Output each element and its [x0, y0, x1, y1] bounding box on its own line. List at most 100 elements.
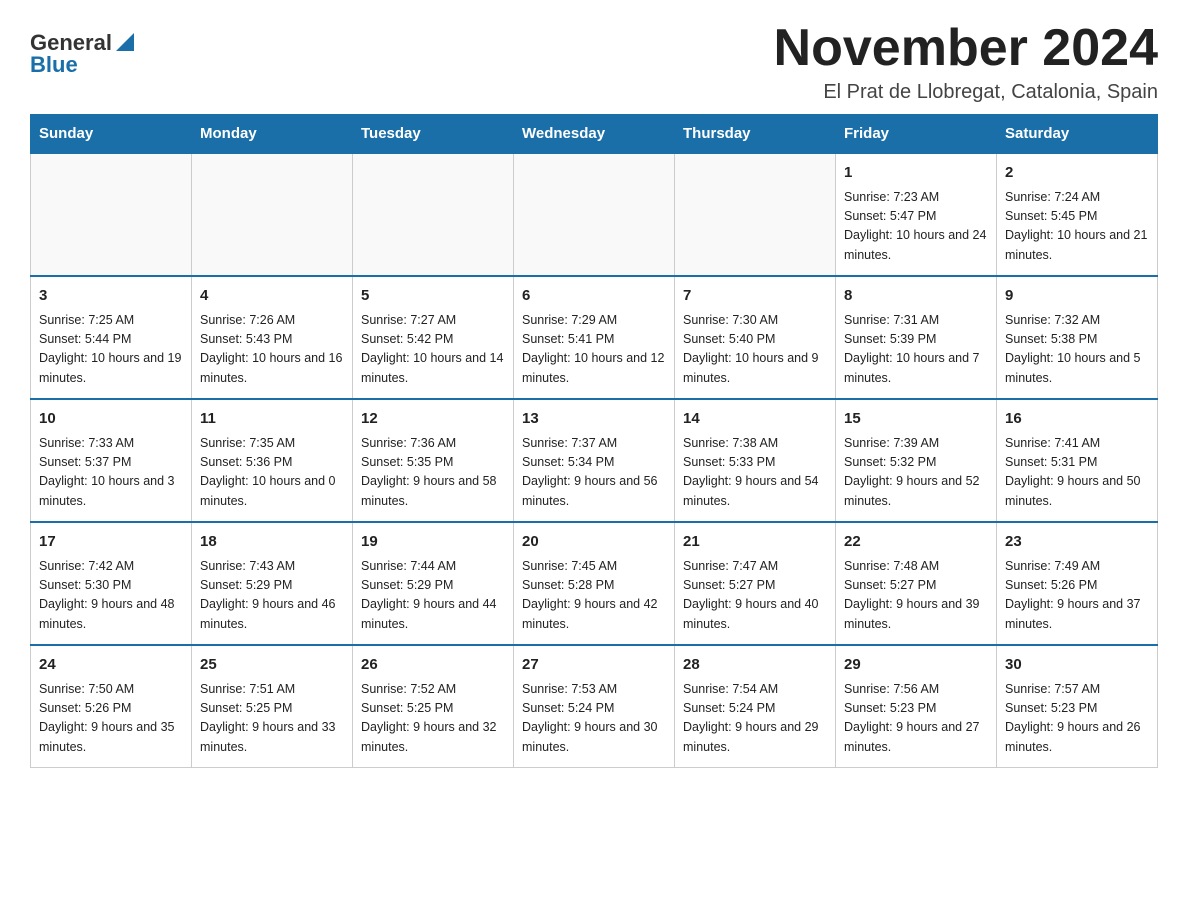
table-row: 24Sunrise: 7:50 AMSunset: 5:26 PMDayligh…: [31, 645, 192, 768]
table-row: 3 Sunrise: 7:25 AMSunset: 5:44 PMDaylight…: [31, 276, 192, 399]
day-number: 8: [844, 285, 988, 308]
day-number: 29: [844, 654, 988, 677]
day-info: Sunrise: 7:50 AMSunset: 5:26 PMDaylight:…: [39, 680, 183, 758]
day-number: 13: [522, 408, 666, 431]
day-number: 14: [683, 408, 827, 431]
day-info: Sunrise: 7:39 AMSunset: 5:32 PMDaylight:…: [844, 434, 988, 512]
day-info: Sunrise: 7:37 AMSunset: 5:34 PMDaylight:…: [522, 434, 666, 512]
day-info: Sunrise: 7:24 AMSunset: 5:45 PMDaylight:…: [1005, 188, 1149, 266]
day-number: 23: [1005, 531, 1149, 554]
day-number: 27: [522, 654, 666, 677]
day-info: Sunrise: 7:44 AMSunset: 5:29 PMDaylight:…: [361, 557, 505, 635]
table-row: 22 Sunrise: 7:48 AMSunset: 5:27 PMDayligh…: [836, 522, 997, 645]
calendar-week-row: 10Sunrise: 7:33 AMSunset: 5:37 PMDayligh…: [31, 399, 1158, 522]
day-info: Sunrise: 7:26 AMSunset: 5:43 PMDaylight:…: [200, 311, 344, 389]
table-row: 30 Sunrise: 7:57 AMSunset: 5:23 PMDayligh…: [997, 645, 1158, 768]
subtitle: El Prat de Llobregat, Catalonia, Spain: [774, 81, 1158, 104]
table-row: 16Sunrise: 7:41 AMSunset: 5:31 PMDayligh…: [997, 399, 1158, 522]
day-info: Sunrise: 7:29 AMSunset: 5:41 PMDaylight:…: [522, 311, 666, 389]
table-row: 7Sunrise: 7:30 AMSunset: 5:40 PMDaylight…: [675, 276, 836, 399]
day-number: 30: [1005, 654, 1149, 677]
table-row: 4 Sunrise: 7:26 AMSunset: 5:43 PMDaylight…: [192, 276, 353, 399]
table-row: 13 Sunrise: 7:37 AMSunset: 5:34 PMDayligh…: [514, 399, 675, 522]
col-wednesday: Wednesday: [514, 115, 675, 154]
day-info: Sunrise: 7:52 AMSunset: 5:25 PMDaylight:…: [361, 680, 505, 758]
col-thursday: Thursday: [675, 115, 836, 154]
calendar-week-row: 17 Sunrise: 7:42 AMSunset: 5:30 PMDayligh…: [31, 522, 1158, 645]
day-number: 5: [361, 285, 505, 308]
day-number: 20: [522, 531, 666, 554]
calendar-week-row: 24Sunrise: 7:50 AMSunset: 5:26 PMDayligh…: [31, 645, 1158, 768]
table-row: [192, 153, 353, 276]
table-row: 28Sunrise: 7:54 AMSunset: 5:24 PMDayligh…: [675, 645, 836, 768]
day-number: 22: [844, 531, 988, 554]
col-friday: Friday: [836, 115, 997, 154]
day-info: Sunrise: 7:54 AMSunset: 5:24 PMDaylight:…: [683, 680, 827, 758]
table-row: 8 Sunrise: 7:31 AMSunset: 5:39 PMDaylight…: [836, 276, 997, 399]
calendar-header-row: Sunday Monday Tuesday Wednesday Thursday…: [31, 115, 1158, 154]
day-info: Sunrise: 7:53 AMSunset: 5:24 PMDaylight:…: [522, 680, 666, 758]
day-info: Sunrise: 7:43 AMSunset: 5:29 PMDaylight:…: [200, 557, 344, 635]
col-sunday: Sunday: [31, 115, 192, 154]
table-row: 14 Sunrise: 7:38 AMSunset: 5:33 PMDayligh…: [675, 399, 836, 522]
table-row: [675, 153, 836, 276]
logo-blue-text: Blue: [30, 52, 78, 78]
day-info: Sunrise: 7:49 AMSunset: 5:26 PMDaylight:…: [1005, 557, 1149, 635]
day-info: Sunrise: 7:48 AMSunset: 5:27 PMDaylight:…: [844, 557, 988, 635]
day-number: 2: [1005, 162, 1149, 185]
day-number: 15: [844, 408, 988, 431]
table-row: 10Sunrise: 7:33 AMSunset: 5:37 PMDayligh…: [31, 399, 192, 522]
day-number: 18: [200, 531, 344, 554]
day-number: 3: [39, 285, 183, 308]
table-row: [514, 153, 675, 276]
day-info: Sunrise: 7:57 AMSunset: 5:23 PMDaylight:…: [1005, 680, 1149, 758]
day-info: Sunrise: 7:27 AMSunset: 5:42 PMDaylight:…: [361, 311, 505, 389]
day-number: 19: [361, 531, 505, 554]
col-saturday: Saturday: [997, 115, 1158, 154]
table-row: 1Sunrise: 7:23 AMSunset: 5:47 PMDaylight…: [836, 153, 997, 276]
day-number: 25: [200, 654, 344, 677]
col-tuesday: Tuesday: [353, 115, 514, 154]
day-info: Sunrise: 7:41 AMSunset: 5:31 PMDaylight:…: [1005, 434, 1149, 512]
table-row: 21Sunrise: 7:47 AMSunset: 5:27 PMDayligh…: [675, 522, 836, 645]
day-number: 6: [522, 285, 666, 308]
day-info: Sunrise: 7:25 AMSunset: 5:44 PMDaylight:…: [39, 311, 183, 389]
day-info: Sunrise: 7:30 AMSunset: 5:40 PMDaylight:…: [683, 311, 827, 389]
table-row: 15 Sunrise: 7:39 AMSunset: 5:32 PMDayligh…: [836, 399, 997, 522]
table-row: 19 Sunrise: 7:44 AMSunset: 5:29 PMDayligh…: [353, 522, 514, 645]
table-row: 2 Sunrise: 7:24 AMSunset: 5:45 PMDaylight…: [997, 153, 1158, 276]
table-row: 20 Sunrise: 7:45 AMSunset: 5:28 PMDayligh…: [514, 522, 675, 645]
day-info: Sunrise: 7:35 AMSunset: 5:36 PMDaylight:…: [200, 434, 344, 512]
logo-triangle-icon: [116, 33, 134, 51]
main-title: November 2024: [774, 20, 1158, 77]
day-number: 9: [1005, 285, 1149, 308]
day-info: Sunrise: 7:56 AMSunset: 5:23 PMDaylight:…: [844, 680, 988, 758]
day-info: Sunrise: 7:45 AMSunset: 5:28 PMDaylight:…: [522, 557, 666, 635]
table-row: 23 Sunrise: 7:49 AMSunset: 5:26 PMDayligh…: [997, 522, 1158, 645]
calendar-week-row: 1Sunrise: 7:23 AMSunset: 5:47 PMDaylight…: [31, 153, 1158, 276]
table-row: 5 Sunrise: 7:27 AMSunset: 5:42 PMDaylight…: [353, 276, 514, 399]
table-row: [31, 153, 192, 276]
day-number: 17: [39, 531, 183, 554]
table-row: 17 Sunrise: 7:42 AMSunset: 5:30 PMDayligh…: [31, 522, 192, 645]
table-row: 9Sunrise: 7:32 AMSunset: 5:38 PMDaylight…: [997, 276, 1158, 399]
day-info: Sunrise: 7:51 AMSunset: 5:25 PMDaylight:…: [200, 680, 344, 758]
table-row: 25 Sunrise: 7:51 AMSunset: 5:25 PMDayligh…: [192, 645, 353, 768]
title-area: November 2024 El Prat de Llobregat, Cata…: [774, 20, 1158, 104]
day-number: 12: [361, 408, 505, 431]
table-row: 6 Sunrise: 7:29 AMSunset: 5:41 PMDaylight…: [514, 276, 675, 399]
day-number: 11: [200, 408, 344, 431]
day-number: 21: [683, 531, 827, 554]
header: General Blue November 2024 El Prat de Ll…: [30, 20, 1158, 104]
table-row: 29 Sunrise: 7:56 AMSunset: 5:23 PMDayligh…: [836, 645, 997, 768]
table-row: 11 Sunrise: 7:35 AMSunset: 5:36 PMDayligh…: [192, 399, 353, 522]
table-row: 18 Sunrise: 7:43 AMSunset: 5:29 PMDayligh…: [192, 522, 353, 645]
day-info: Sunrise: 7:38 AMSunset: 5:33 PMDaylight:…: [683, 434, 827, 512]
day-info: Sunrise: 7:36 AMSunset: 5:35 PMDaylight:…: [361, 434, 505, 512]
calendar-table: Sunday Monday Tuesday Wednesday Thursday…: [30, 114, 1158, 768]
day-number: 26: [361, 654, 505, 677]
day-number: 4: [200, 285, 344, 308]
day-info: Sunrise: 7:42 AMSunset: 5:30 PMDaylight:…: [39, 557, 183, 635]
day-number: 10: [39, 408, 183, 431]
day-info: Sunrise: 7:31 AMSunset: 5:39 PMDaylight:…: [844, 311, 988, 389]
